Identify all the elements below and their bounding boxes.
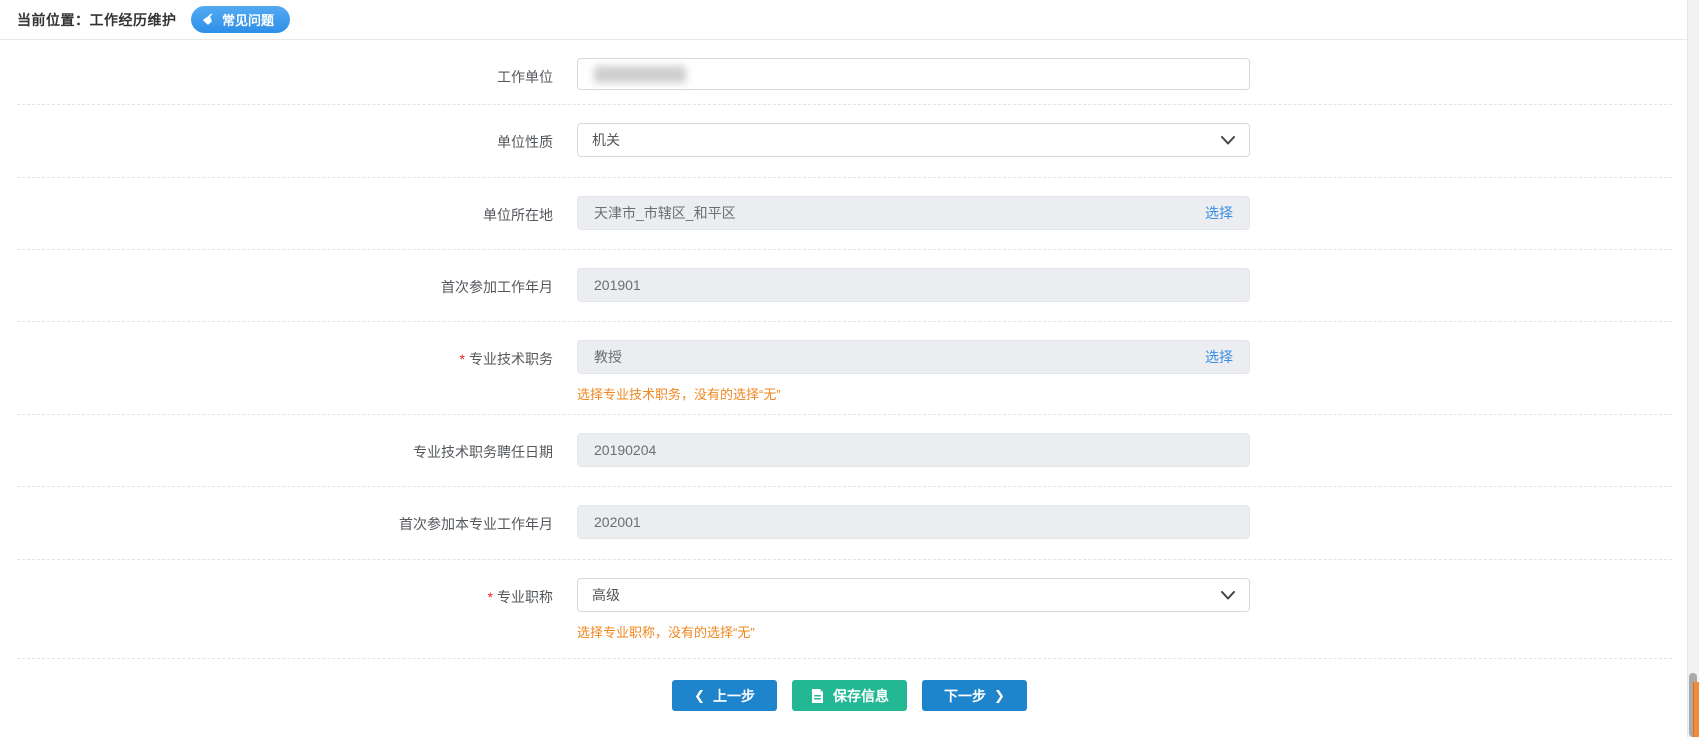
unit-nature-value: 机关 — [592, 130, 620, 150]
breadcrumb: 当前位置：工作经历维护 — [17, 10, 177, 30]
form-footer: ❮ 上一步 保存信息 下一步 ❯ — [0, 659, 1699, 711]
form-row-appointment-date: 专业技术职务聘任日期 20190204 — [17, 415, 1672, 487]
work-unit-redacted-value — [594, 66, 686, 83]
tech-position-label: 专业技术职务 — [469, 351, 553, 367]
first-work-date-label: 首次参加工作年月 — [17, 250, 553, 321]
faq-button[interactable]: ☛ 常见问题 — [191, 6, 290, 33]
required-asterisk: * — [460, 351, 465, 367]
professional-title-label: 专业职称 — [497, 589, 553, 605]
vertical-scrollbar-track[interactable] — [1687, 0, 1699, 737]
form-row-first-work-date: 首次参加工作年月 201901 — [17, 250, 1672, 322]
chevron-left-icon: ❮ — [694, 689, 705, 702]
tech-position-value: 教授 — [594, 347, 622, 367]
save-info-button[interactable]: 保存信息 — [792, 680, 907, 711]
form-row-work-unit: 工作单位 — [17, 40, 1672, 105]
unit-nature-select[interactable]: 机关 — [577, 123, 1250, 157]
form-row-unit-location: 单位所在地 天津市_市辖区_和平区 选择 — [17, 178, 1672, 250]
unit-location-choose-link[interactable]: 选择 — [1205, 203, 1233, 223]
pointing-hand-icon: ☛ — [199, 9, 219, 29]
professional-title-value: 高级 — [592, 585, 620, 605]
unit-location-label: 单位所在地 — [17, 178, 553, 249]
form-row-first-profession-date: 首次参加本专业工作年月 202001 — [17, 487, 1672, 560]
document-icon — [810, 688, 825, 704]
faq-button-label: 常见问题 — [222, 10, 274, 29]
form-row-tech-position: *专业技术职务 教授 选择 选择专业技术职务，没有的选择“无” — [17, 322, 1672, 415]
professional-title-hint: 选择专业职称，没有的选择“无” — [577, 622, 1250, 641]
first-work-date-value: 201901 — [594, 277, 641, 293]
appointment-date-label: 专业技术职务聘任日期 — [17, 415, 553, 486]
unit-location-value: 天津市_市辖区_和平区 — [594, 203, 736, 223]
chevron-down-icon — [1221, 136, 1235, 145]
form-row-professional-title: *专业职称 高级 选择专业职称，没有的选择“无” — [17, 560, 1672, 659]
previous-step-button[interactable]: ❮ 上一步 — [672, 680, 777, 711]
work-experience-form: 工作单位 单位性质 机关 单位所在地 — [0, 40, 1699, 711]
first-profession-date-label: 首次参加本专业工作年月 — [17, 487, 553, 559]
next-step-label: 下一步 — [944, 686, 986, 706]
work-unit-label: 工作单位 — [17, 40, 553, 104]
required-asterisk: * — [488, 589, 493, 605]
work-unit-input[interactable] — [577, 58, 1250, 90]
unit-location-field: 天津市_市辖区_和平区 选择 — [577, 196, 1250, 230]
scrollbar-thumb-orange[interactable] — [1693, 682, 1699, 737]
appointment-date-field: 20190204 — [577, 433, 1250, 467]
page: 当前位置：工作经历维护 ☛ 常见问题 工作单位 单位性质 机关 — [0, 0, 1699, 737]
breadcrumb-bar: 当前位置：工作经历维护 ☛ 常见问题 — [0, 0, 1699, 40]
tech-position-field: 教授 选择 — [577, 340, 1250, 374]
first-profession-date-value: 202001 — [594, 514, 641, 530]
chevron-right-icon: ❯ — [994, 689, 1005, 702]
professional-title-select[interactable]: 高级 — [577, 578, 1250, 612]
appointment-date-value: 20190204 — [594, 442, 656, 458]
next-step-button[interactable]: 下一步 ❯ — [922, 680, 1027, 711]
tech-position-hint: 选择专业技术职务，没有的选择“无” — [577, 384, 1250, 403]
chevron-down-icon — [1221, 591, 1235, 600]
first-profession-date-field: 202001 — [577, 505, 1250, 539]
save-info-label: 保存信息 — [833, 686, 889, 706]
previous-step-label: 上一步 — [713, 686, 755, 706]
form-row-unit-nature: 单位性质 机关 — [17, 105, 1672, 178]
tech-position-choose-link[interactable]: 选择 — [1205, 347, 1233, 367]
first-work-date-field: 201901 — [577, 268, 1250, 302]
unit-nature-label: 单位性质 — [17, 105, 553, 177]
